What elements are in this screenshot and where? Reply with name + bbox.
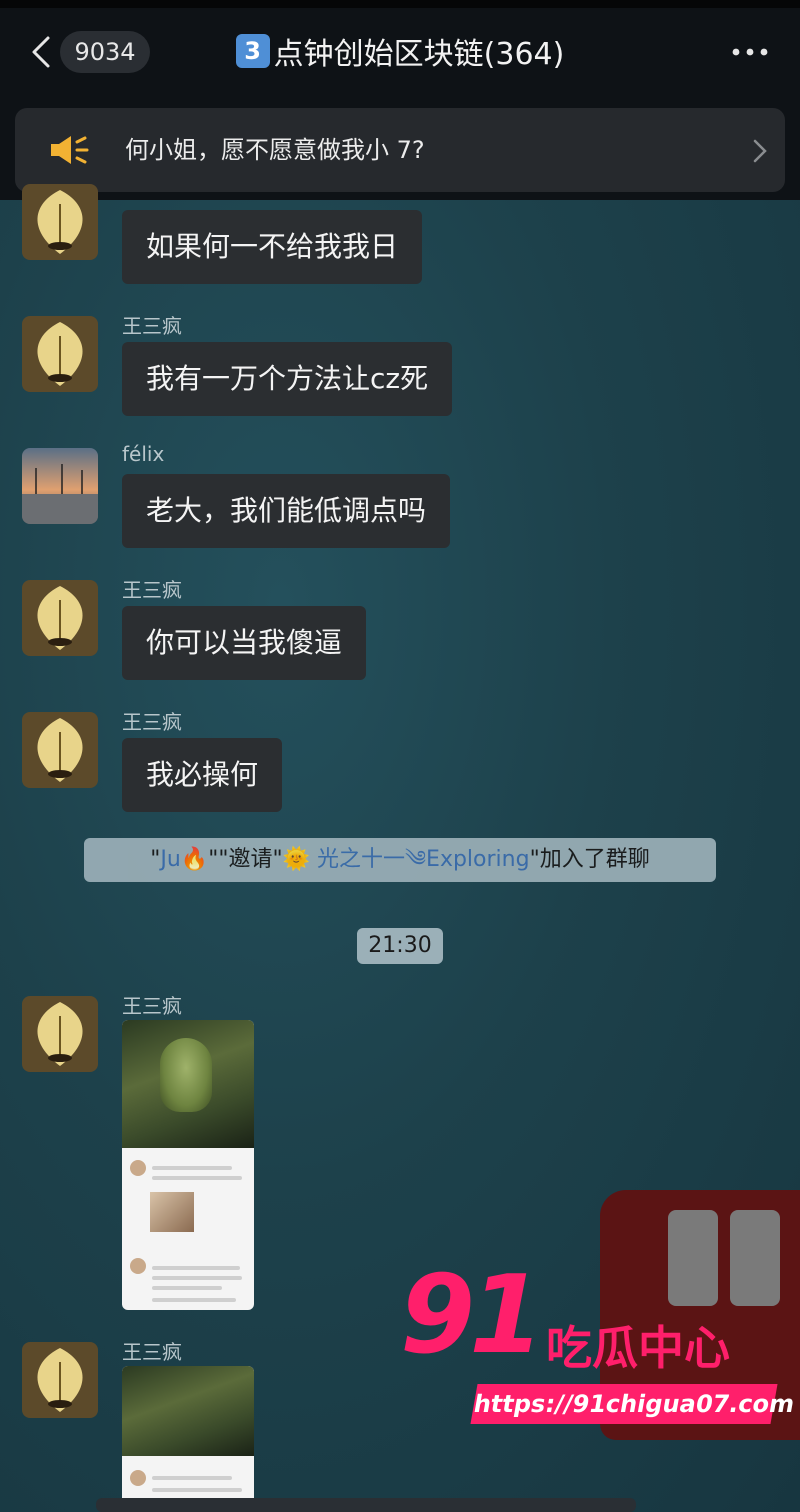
image-text-line [152,1166,232,1170]
invite-action-text: "邀请" [218,847,283,872]
image-avatar-dot [130,1258,146,1274]
image-text-line [152,1176,242,1180]
leaf-candle-avatar-icon [22,1342,98,1418]
bottom-shadow [96,1498,636,1512]
leaf-candle-avatar-icon [22,996,98,1072]
image-photo-area [122,1366,254,1456]
megaphone-icon [51,136,89,164]
sender-name[interactable]: 王三疯 [122,990,182,1019]
chat-title-text: 点钟创始区块链(364) [273,37,565,72]
message-bubble[interactable]: 如果何一不给我我日 [122,210,423,284]
portrait-shape [160,1038,212,1112]
avatar[interactable] [22,580,98,656]
sender-name[interactable]: 王三疯 [122,574,182,603]
avatar[interactable] [22,184,98,260]
leaf-candle-avatar-icon [22,712,98,788]
pinned-announcement[interactable]: 何小姐，愿不愿意做我小 7? [15,108,785,192]
car-window [668,1210,718,1306]
avatar[interactable] [22,316,98,392]
image-avatar-dot [130,1470,146,1486]
image-text-line [152,1286,222,1290]
unread-count-badge[interactable]: 9034 [60,31,150,73]
sender-name[interactable]: 王三疯 [122,1336,182,1365]
message-bubble[interactable]: 我有一万个方法让cz死 [122,342,453,416]
image-text-line [152,1476,232,1480]
message-bubble[interactable]: 你可以当我傻逼 [122,606,367,680]
inviter-name[interactable]: Ju🔥 [160,847,208,872]
timestamp-chip: 21:30 [357,928,443,964]
image-message[interactable] [122,1366,254,1512]
sun-emoji: 🌞 [282,847,311,872]
watermark-url: https://91chigua07.com [470,1384,797,1424]
status-bar [0,0,800,8]
chat-title: 3 点钟创始区块链(364) [180,28,620,74]
system-join-notice: "Ju🔥""邀请"🌞 光之十一༄Exploring"加入了群聊 [84,838,716,882]
announcement-text: 何小姐，愿不愿意做我小 7? [125,136,425,164]
car-window [730,1210,780,1306]
sender-name[interactable]: 王三疯 [122,310,182,339]
image-inner-thumbnail [150,1192,194,1232]
leaf-candle-avatar-icon [22,580,98,656]
message-bubble[interactable]: 我必操何 [122,738,283,812]
back-arrow-icon[interactable] [28,34,56,70]
sender-name[interactable]: félix [122,442,164,466]
quote-mark: " [208,847,219,872]
more-options-icon[interactable] [730,40,770,64]
quote-mark: " [150,847,161,872]
avatar[interactable] [22,448,98,524]
leaf-candle-avatar-icon [22,184,98,260]
join-text: "加入了群聊 [529,847,650,872]
image-message[interactable] [122,1020,254,1310]
image-photo-area [122,1020,254,1148]
image-text-line [152,1298,236,1302]
image-text-line [152,1266,240,1270]
watermark-number: 91 [400,1253,544,1378]
chevron-right-icon [753,139,767,163]
top-bar: 9034 3 点钟创始区块链(364) 何小姐，愿不愿意做我小 7? [0,0,800,200]
avatar[interactable] [22,1342,98,1418]
message-bubble[interactable]: 老大，我们能低调点吗 [122,474,451,548]
invitee-name[interactable]: 光之十一༄Exploring [310,847,530,872]
keycap-icon: 3 [235,34,270,68]
image-avatar-dot [130,1160,146,1176]
image-text-line [152,1276,242,1280]
watermark-title: 吃瓜中心 [546,1321,730,1375]
avatar[interactable] [22,712,98,788]
image-text-line [152,1488,242,1492]
avatar[interactable] [22,996,98,1072]
leaf-candle-avatar-icon [22,316,98,392]
sunset-beach-avatar-icon [22,448,98,524]
sender-name[interactable]: 王三疯 [122,706,182,735]
